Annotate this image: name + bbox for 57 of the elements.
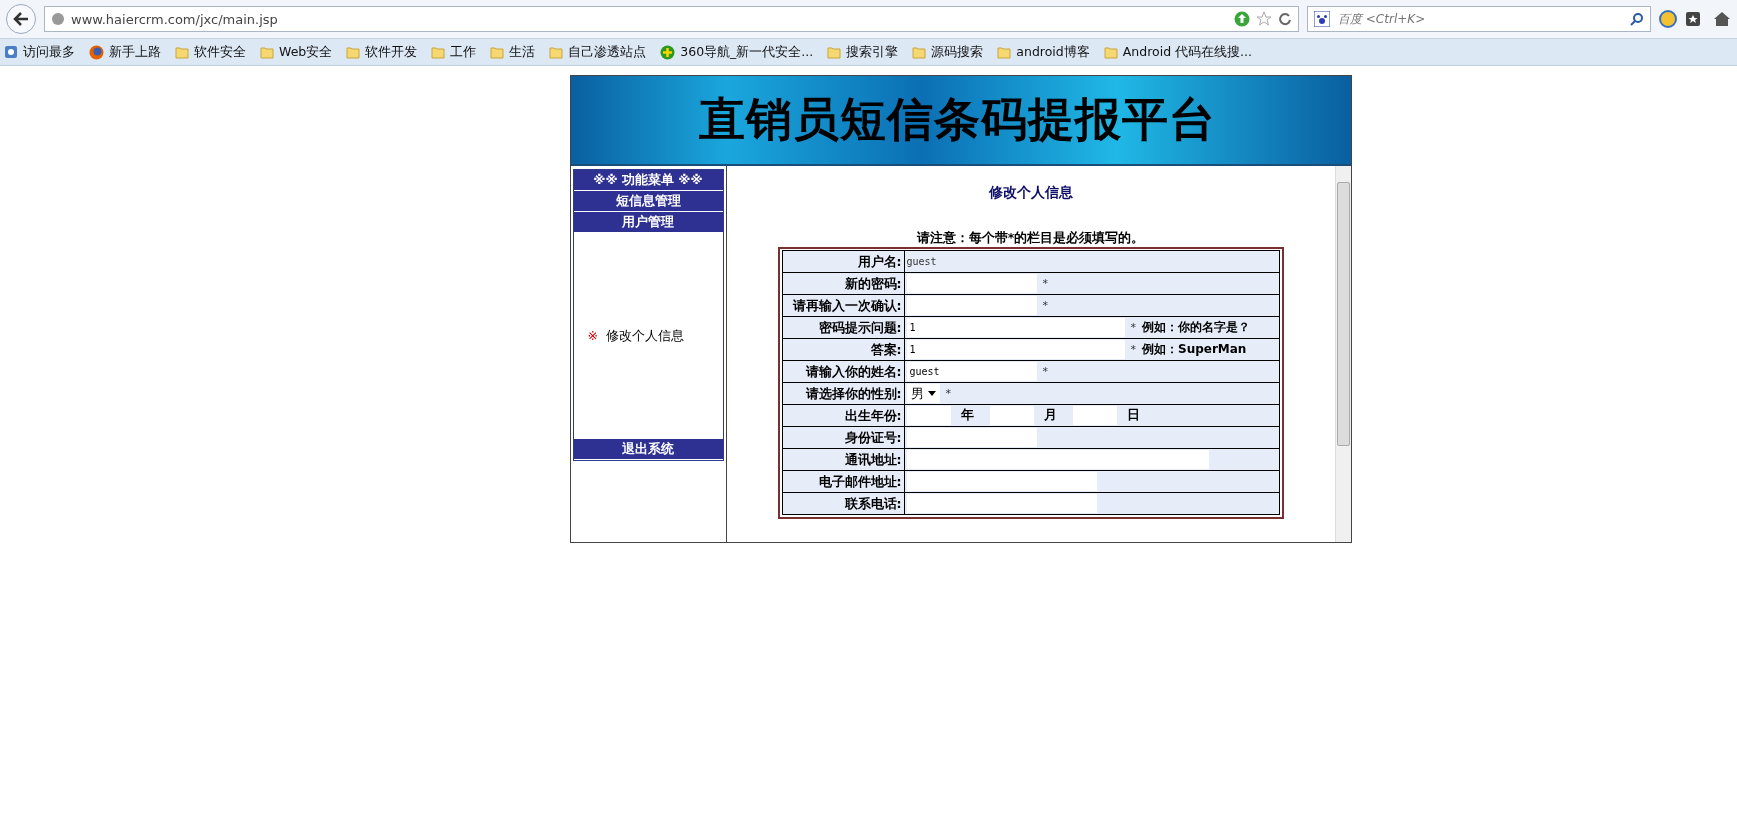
banner-title: 直销员短信条码提报平台 — [698, 91, 1216, 148]
folder-icon — [549, 45, 564, 59]
folder-icon — [260, 45, 274, 59]
menu-header: ※※ 功能菜单 ※※ — [573, 170, 723, 191]
bookmark-label: 自己渗透站点 — [568, 43, 647, 61]
menu-link[interactable]: ※ 修改个人信息 — [587, 327, 723, 345]
paw-icon — [1314, 11, 1330, 27]
search-field[interactable]: 百度 <Ctrl+K> — [1307, 6, 1651, 32]
bookmark-link[interactable]: 新手上路 — [89, 43, 161, 61]
username-value: guest — [906, 256, 937, 267]
star-icon[interactable] — [1256, 11, 1272, 27]
folder-icon — [346, 45, 361, 59]
menu-section[interactable]: 用户管理 — [573, 212, 723, 233]
bookmark-link[interactable]: 软件开发 — [346, 43, 418, 61]
required-notice: 请注意：每个带*的栏目是必须填写的。 — [916, 230, 1145, 247]
bookmark-label: 软件安全 — [194, 43, 246, 61]
bookmark-label: 生活 — [509, 43, 536, 61]
bookmark-label: android博客 — [1016, 43, 1090, 61]
back-arrow-icon — [13, 12, 29, 26]
form-title: 修改个人信息 — [988, 184, 1073, 202]
bookmark-label: 新手上路 — [109, 43, 161, 61]
folder-icon — [1103, 45, 1118, 59]
menu-section[interactable]: 短信息管理 — [573, 191, 723, 212]
globe-fox-icon — [89, 44, 104, 60]
folder-icon — [175, 45, 189, 59]
bookmark-label: 访问最多 — [23, 43, 75, 61]
bookmark-link[interactable]: Web安全 — [260, 43, 333, 61]
home-icon[interactable] — [1713, 11, 1731, 27]
star-list-icon — [4, 45, 18, 59]
folder-icon — [827, 45, 842, 59]
reload-icon[interactable] — [1278, 12, 1292, 26]
globe-icon — [51, 12, 65, 26]
url-text: www.haiercrm.com/jxc/main.jsp — [71, 11, 279, 27]
bookmark-link[interactable]: 生活 — [490, 43, 536, 61]
logout-link[interactable]: 退出系统 — [573, 439, 723, 460]
back-button[interactable] — [6, 4, 36, 34]
address-bar[interactable]: www.haiercrm.com/jxc/main.jsp — [44, 6, 1299, 32]
bookmark-label: 工作 — [450, 43, 477, 61]
scrollbar[interactable] — [1334, 166, 1351, 542]
folder-icon — [490, 45, 505, 59]
folder-icon — [431, 45, 446, 59]
bookmark-link[interactable]: 访问最多 — [4, 43, 75, 61]
bookmark-label: Web安全 — [279, 43, 333, 61]
badge-icon[interactable] — [1659, 10, 1677, 28]
bookmark-label: 源码搜索 — [931, 43, 984, 61]
bookmark-link[interactable]: android博客 — [997, 43, 1090, 61]
folder-icon — [997, 45, 1012, 59]
bookmark-link[interactable]: 搜索引擎 — [827, 43, 899, 61]
bookmark-link[interactable]: 源码搜索 — [912, 43, 984, 61]
bookmark-label: 软件开发 — [365, 43, 418, 61]
plus-icon — [660, 44, 676, 60]
bookmark-label: 搜索引擎 — [846, 43, 899, 61]
bookmark-link[interactable]: 工作 — [431, 43, 477, 61]
folder-icon — [912, 45, 927, 59]
search-icon[interactable] — [1630, 12, 1644, 26]
bookmark-link[interactable]: 自己渗透站点 — [549, 43, 647, 61]
bookmark-link[interactable]: 软件安全 — [175, 43, 246, 61]
